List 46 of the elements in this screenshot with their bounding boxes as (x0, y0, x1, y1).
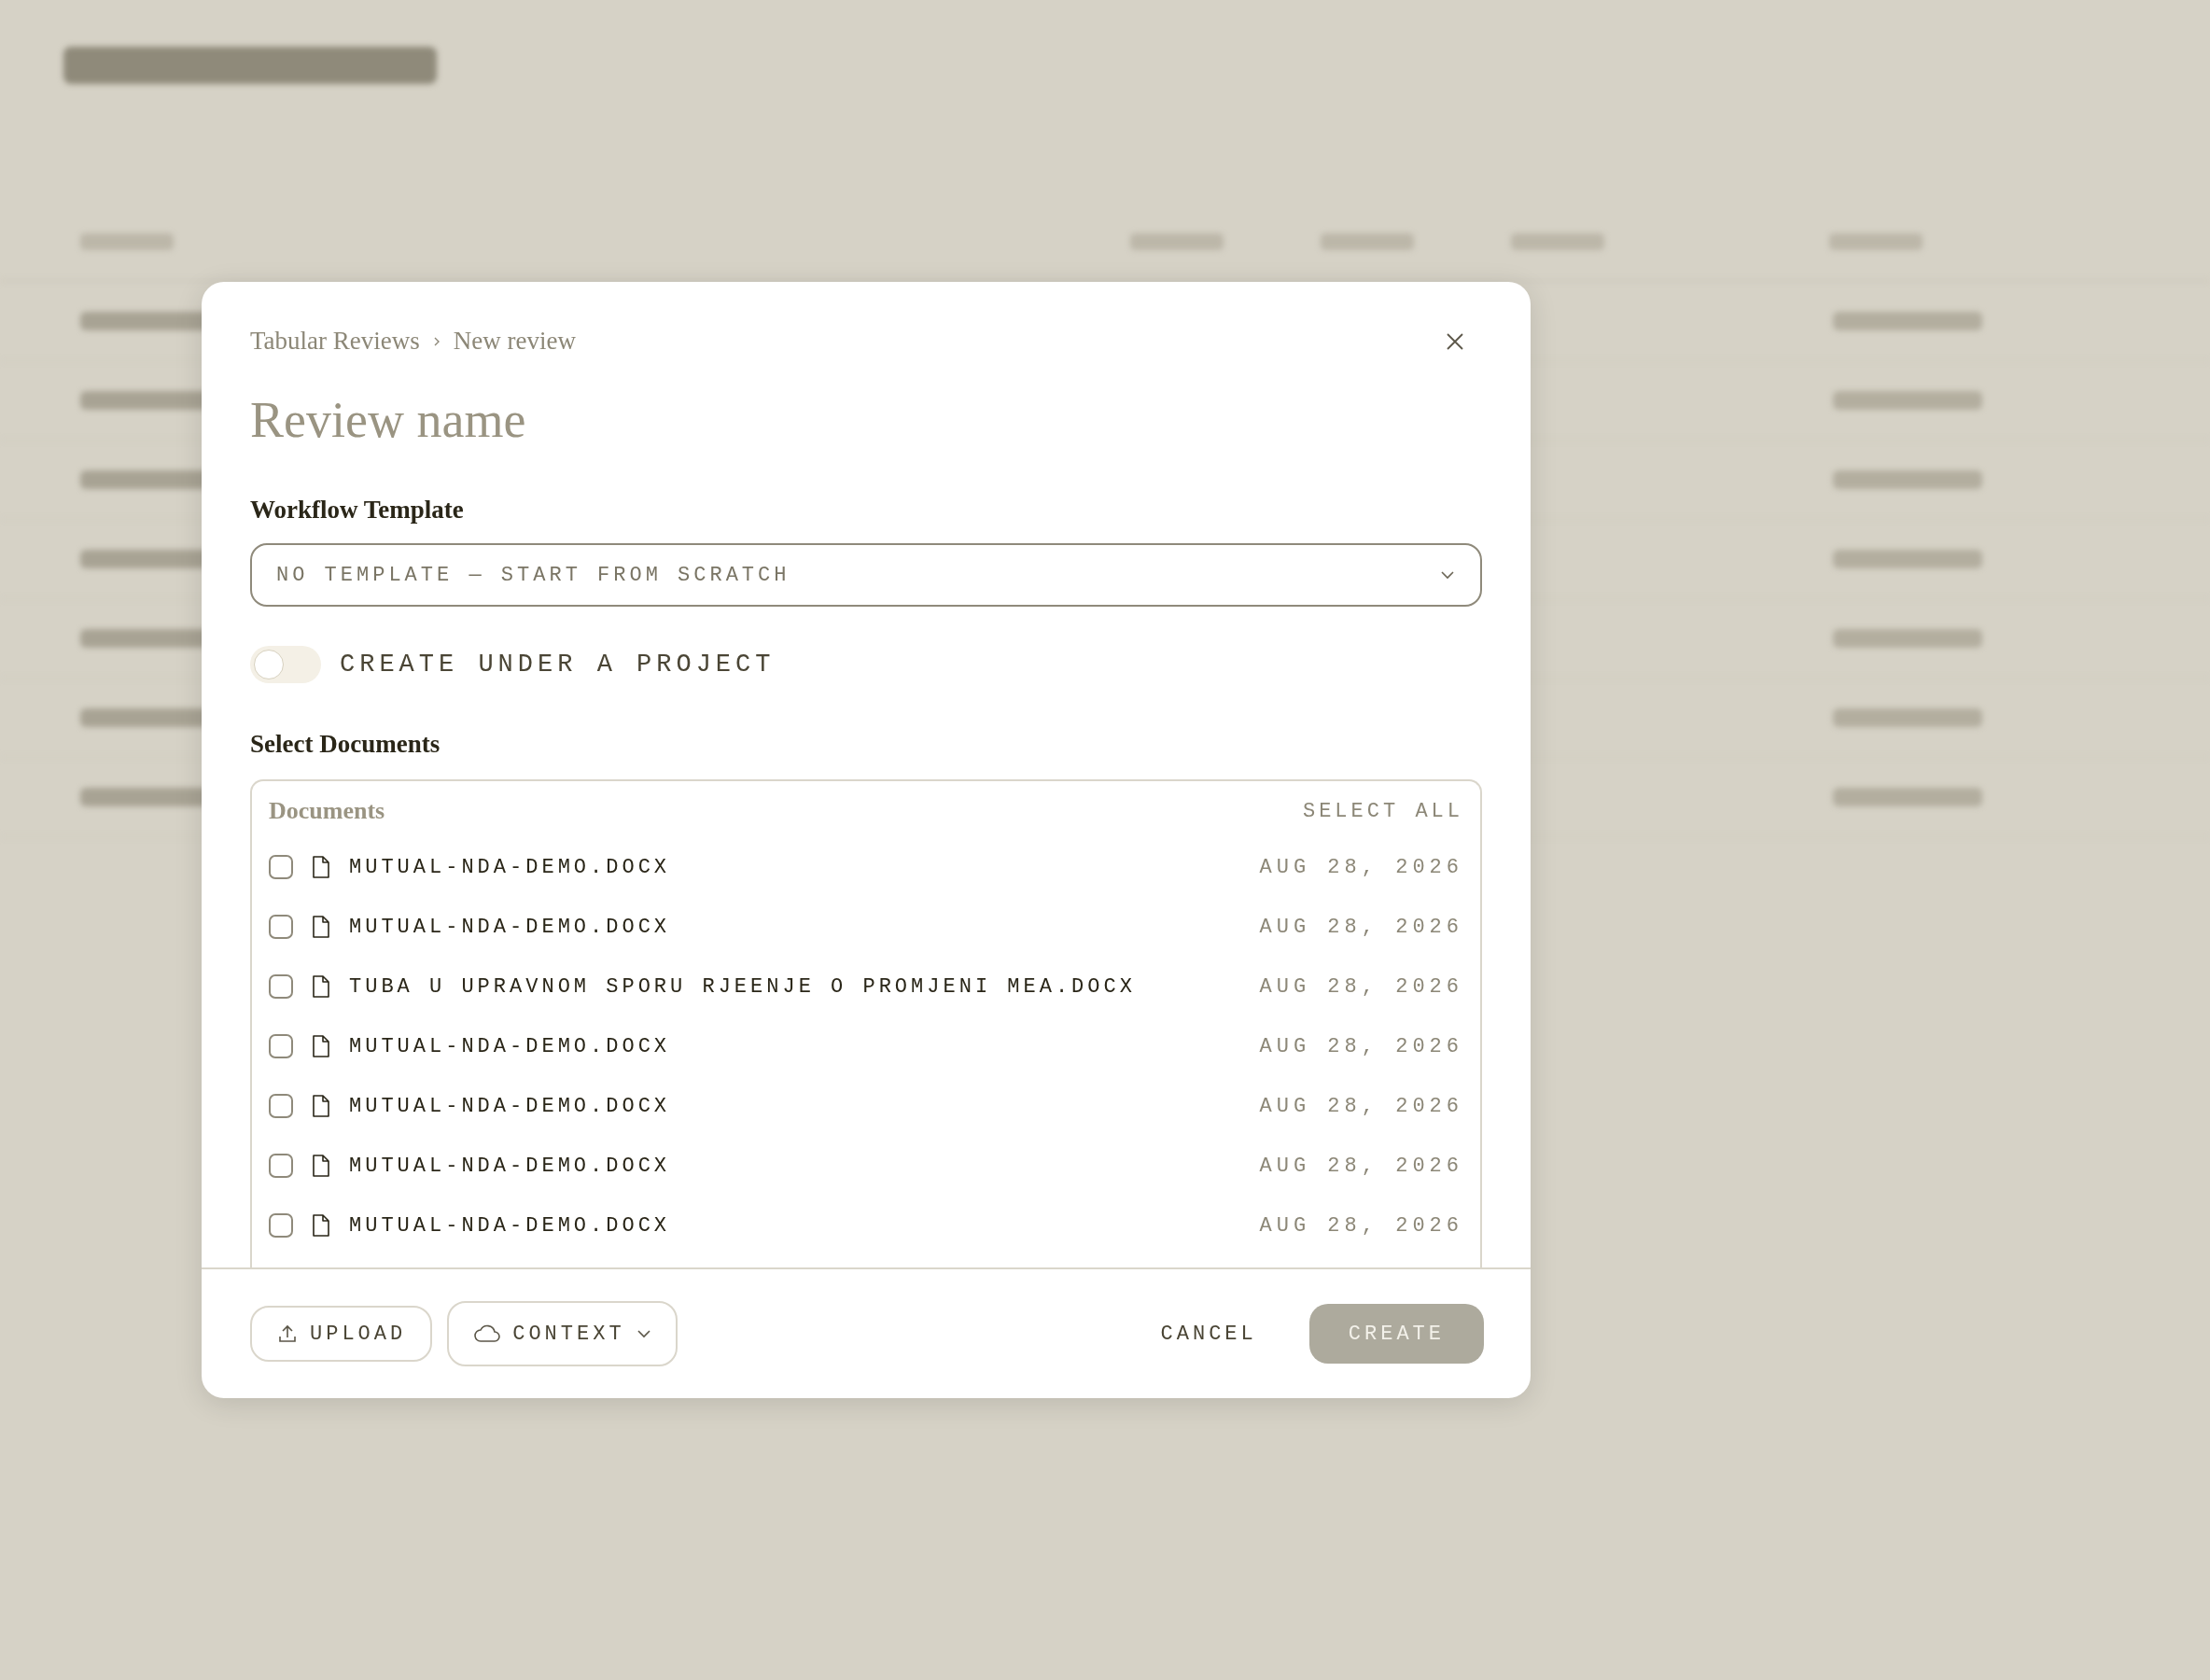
document-date: AUG 28, 2026 (1259, 1154, 1463, 1178)
field-label: Workflow Template (250, 496, 465, 525)
document-name: MUTUAL-NDA-DEMO.DOCX (349, 915, 672, 939)
cancel-button[interactable]: CANCEL (1154, 1321, 1263, 1347)
upload-icon (276, 1323, 299, 1345)
context-dropdown-button[interactable]: CONTEXT (447, 1301, 678, 1366)
toggle-label: CREATE UNDER A PROJECT (340, 651, 776, 679)
select-all-button[interactable]: SELECT ALL (1302, 799, 1463, 823)
document-name: TUBA U UPRAVNOM SPORU RJEENJE O PROMJENI MEA.DOCX (349, 974, 1137, 999)
document-date: AUG 28, 2026 (1259, 915, 1463, 939)
field-label: Select Documents (250, 730, 441, 759)
checkbox[interactable] (269, 1213, 293, 1238)
project-toggle[interactable] (250, 646, 321, 683)
document-icon (312, 1213, 330, 1238)
document-icon (312, 1094, 330, 1118)
checkbox[interactable] (269, 1154, 293, 1178)
document-name: MUTUAL-NDA-DEMO.DOCX (349, 855, 672, 879)
document-icon (312, 915, 330, 939)
breadcrumb-link[interactable]: Tabular Reviews (250, 327, 420, 356)
document-name: MUTUAL-NDA-DEMO.DOCX (349, 1213, 672, 1238)
chevron-icon (432, 335, 441, 347)
document-icon (312, 1154, 330, 1178)
template-dropdown[interactable]: NO TEMPLATE — START FROM SCRATCH (250, 543, 1482, 607)
close-icon (1445, 330, 1465, 352)
document-icon (312, 1034, 330, 1058)
document-date: AUG 28, 2026 (1259, 1034, 1463, 1058)
document-icon (312, 974, 330, 999)
checkbox[interactable] (269, 1094, 293, 1118)
document-date: AUG 28, 2026 (1259, 974, 1463, 999)
checkbox[interactable] (269, 974, 293, 999)
checkbox[interactable] (269, 1034, 293, 1058)
checkbox[interactable] (269, 855, 293, 879)
checkbox[interactable] (269, 915, 293, 939)
document-icon (312, 855, 330, 879)
list-header: Documents (269, 797, 385, 825)
document-date: AUG 28, 2026 (1259, 1213, 1463, 1238)
chevron-down-icon (636, 1329, 651, 1338)
breadcrumb-link[interactable]: New review (453, 327, 576, 356)
document-date: AUG 28, 2026 (1259, 855, 1463, 879)
document-name: MUTUAL-NDA-DEMO.DOCX (349, 1034, 672, 1058)
document-name: MUTUAL-NDA-DEMO.DOCX (349, 1154, 672, 1178)
document-name: MUTUAL-NDA-DEMO.DOCX (349, 1094, 672, 1118)
document-date: AUG 28, 2026 (1259, 1094, 1463, 1118)
upload-button[interactable]: UPLOAD (250, 1306, 433, 1362)
chevron-down-icon (1439, 569, 1456, 581)
cloud-icon (473, 1323, 502, 1344)
